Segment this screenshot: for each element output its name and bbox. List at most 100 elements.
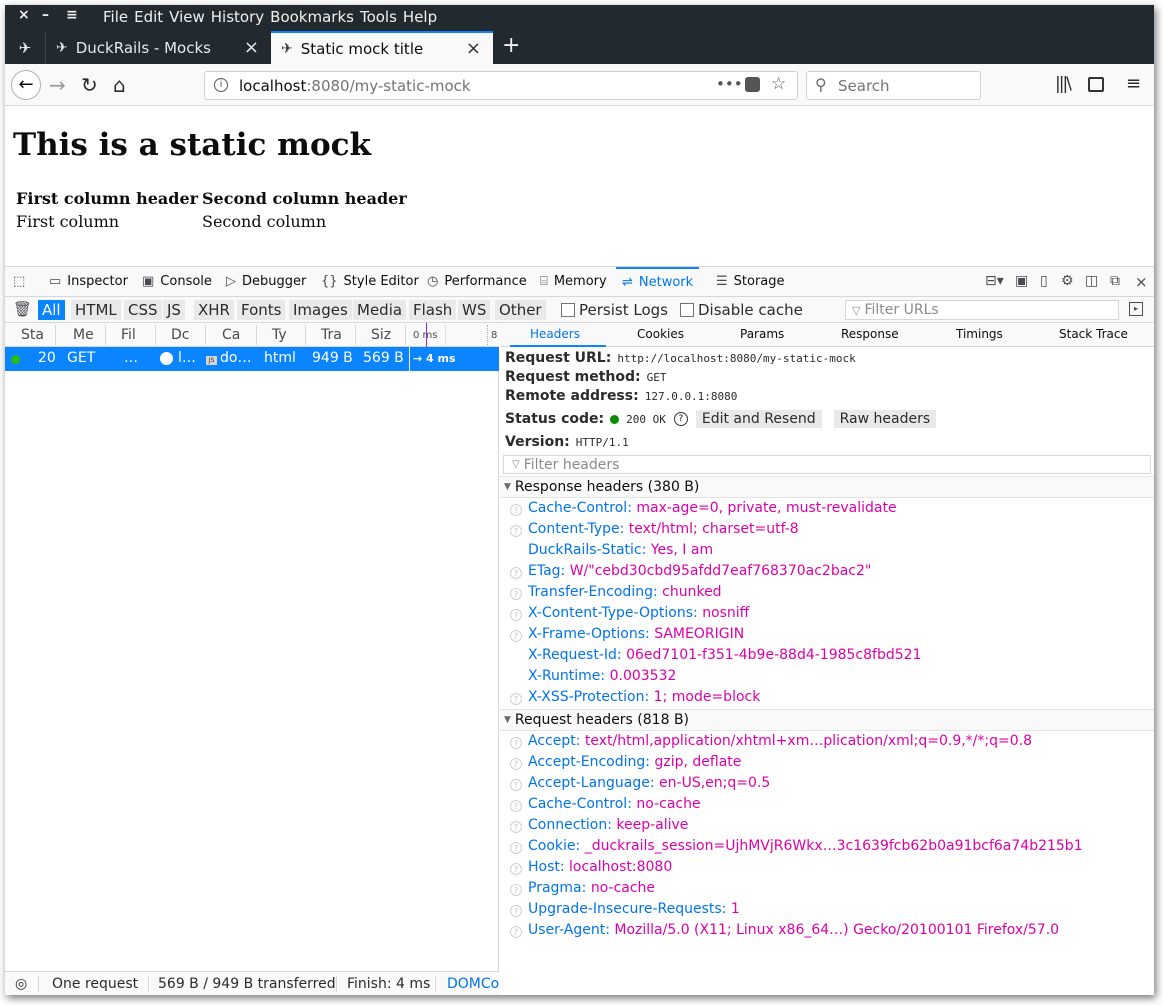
clear-trash-icon[interactable]: 🗑 — [13, 300, 32, 318]
toggle-sidebar-icon[interactable]: ▸ — [1129, 302, 1143, 316]
tab-inspector[interactable]: ▭ Inspector — [49, 267, 128, 296]
filter-js[interactable]: JS — [163, 300, 185, 320]
menu-edit[interactable]: Edit — [134, 8, 169, 26]
filter-all[interactable]: All — [38, 300, 65, 320]
header-row[interactable]: Connection: keep-alive — [528, 817, 688, 833]
tab-response[interactable]: Response — [841, 327, 899, 341]
hamburger-menu-icon[interactable]: ≡ — [1126, 73, 1141, 94]
menu-help[interactable]: Help — [403, 8, 443, 26]
window-close-icon[interactable]: × — [18, 7, 30, 23]
col-method[interactable]: Me — [73, 327, 94, 343]
tab-network[interactable]: ⇌ Network — [616, 267, 700, 296]
dock-side-icon[interactable]: ◫ — [1085, 273, 1098, 289]
header-row[interactable]: X-Runtime: 0.003532 — [528, 668, 676, 684]
tab-timings[interactable]: Timings — [956, 327, 1003, 341]
reload-icon[interactable]: ↻ — [81, 73, 98, 97]
header-row[interactable]: Upgrade-Insecure-Requests: 1 — [528, 901, 740, 917]
filter-images[interactable]: Images — [289, 300, 352, 320]
tab-params[interactable]: Params — [740, 327, 784, 341]
tab-memory[interactable]: ⌸ Memory — [540, 267, 607, 296]
tab-stack-trace[interactable]: Stack Trace — [1059, 327, 1128, 341]
raw-headers-button[interactable]: Raw headers — [833, 410, 937, 428]
header-help-icon[interactable]: ? — [510, 779, 522, 791]
menu-file[interactable]: File — [103, 8, 134, 26]
menu-tools[interactable]: Tools — [360, 8, 403, 26]
header-help-icon[interactable]: ? — [510, 842, 522, 854]
filter-other[interactable]: Other — [495, 300, 546, 320]
col-transferred[interactable]: Tra — [321, 327, 342, 343]
header-row[interactable]: DuckRails-Static: Yes, I am — [528, 542, 713, 558]
header-help-icon[interactable]: ? — [510, 800, 522, 812]
disable-cache-checkbox[interactable]: Disable cache — [680, 301, 803, 319]
response-headers-section[interactable]: ▼ Response headers (380 B) — [500, 476, 1154, 498]
header-help-icon[interactable]: ? — [510, 758, 522, 770]
header-help-icon[interactable]: ? — [510, 588, 522, 600]
split-console-icon[interactable]: ▣ — [1015, 273, 1028, 289]
header-row[interactable]: Pragma: no-cache — [528, 880, 655, 896]
header-help-icon[interactable]: ? — [510, 504, 522, 516]
tab-headers[interactable]: Headers — [530, 327, 580, 341]
undock-icon[interactable]: ⧉ — [1110, 273, 1120, 289]
tab-debugger[interactable]: ▷ Debugger — [226, 267, 306, 296]
devtools-close-icon[interactable]: × — [1135, 273, 1148, 291]
filter-xhr[interactable]: XHR — [194, 300, 234, 320]
header-row[interactable]: Cache-Control: no-cache — [528, 796, 701, 812]
header-help-icon[interactable]: ? — [510, 567, 522, 579]
col-status[interactable]: Sta — [21, 327, 44, 343]
header-row[interactable]: Accept-Language: en-US,en;q=0.5 — [528, 775, 770, 791]
filter-media[interactable]: Media — [353, 300, 407, 320]
header-row[interactable]: Host: localhost:8080 — [528, 859, 672, 875]
header-row[interactable]: X-XSS-Protection: 1; mode=block — [528, 689, 760, 705]
settings-gear-icon[interactable]: ⚙ — [1061, 273, 1074, 289]
request-row[interactable]: 20 GET … l… JS do… html 949 B 569 B → 4 … — [5, 347, 499, 371]
persist-logs-checkbox[interactable]: Persist Logs — [561, 301, 668, 319]
header-help-icon[interactable]: ? — [510, 693, 522, 705]
tab-style-editor[interactable]: {} Style Editor — [321, 267, 419, 296]
window-minimize-icon[interactable]: – — [42, 7, 49, 23]
url-bar[interactable]: i localhost:8080/my-static-mock ••• ☆ — [204, 71, 798, 100]
request-headers-section[interactable]: ▼ Request headers (818 B) — [500, 709, 1154, 731]
pinned-tab[interactable]: ✈ — [5, 31, 45, 64]
tab-static-mock[interactable]: ✈ Static mock title × — [271, 31, 493, 64]
header-help-icon[interactable]: ? — [510, 926, 522, 938]
tab-close-icon[interactable]: × — [466, 38, 481, 59]
header-row[interactable]: User-Agent: Mozilla/5.0 (X11; Linux x86_… — [528, 922, 1059, 938]
search-box[interactable]: ⚲ Search — [806, 71, 981, 100]
header-help-icon[interactable]: ? — [510, 630, 522, 642]
tab-cookies[interactable]: Cookies — [637, 327, 684, 341]
tab-close-icon[interactable]: × — [244, 37, 259, 58]
header-help-icon[interactable]: ? — [510, 884, 522, 896]
header-row[interactable]: Accept-Encoding: gzip, deflate — [528, 754, 741, 770]
help-icon[interactable]: ? — [673, 412, 688, 426]
header-row[interactable]: X-Content-Type-Options: nosniff — [528, 605, 749, 621]
header-help-icon[interactable]: ? — [510, 821, 522, 833]
home-icon[interactable]: ⌂ — [113, 73, 126, 97]
header-row[interactable]: Accept: text/html,application/xhtml+xm…p… — [528, 733, 1032, 749]
header-help-icon[interactable]: ? — [510, 525, 522, 537]
menu-view[interactable]: View — [169, 8, 211, 26]
page-actions-icon[interactable]: ••• — [716, 75, 743, 93]
header-help-icon[interactable]: ? — [510, 737, 522, 749]
frame-picker-icon[interactable]: ⊟▾ — [985, 273, 1004, 289]
filter-urls-input[interactable]: ▽ Filter URLs — [845, 300, 1119, 320]
tab-storage[interactable]: ☰ Storage — [716, 267, 785, 296]
filter-html[interactable]: HTML — [71, 300, 121, 320]
filter-flash[interactable]: Flash — [409, 300, 457, 320]
filter-css[interactable]: CSS — [124, 300, 162, 320]
header-row[interactable]: Content-Type: text/html; charset=utf-8 — [528, 521, 799, 537]
sidebar-icon[interactable] — [1088, 77, 1104, 92]
filter-fonts[interactable]: Fonts — [237, 300, 286, 320]
header-row[interactable]: X-Frame-Options: SAMEORIGIN — [528, 626, 744, 642]
col-file[interactable]: Fil — [121, 327, 136, 343]
header-help-icon[interactable]: ? — [510, 905, 522, 917]
tab-console[interactable]: ▣ Console — [142, 267, 212, 296]
edit-and-resend-button[interactable]: Edit and Resend — [695, 410, 822, 428]
header-help-icon[interactable]: ? — [510, 863, 522, 875]
col-cause[interactable]: Ca — [222, 327, 240, 343]
header-row[interactable]: Cookie: _duckrails_session=UjhMVjR6Wkx…3… — [528, 838, 1083, 854]
header-row[interactable]: ETag: W/"cebd30cbd95afdd7eaf768370ac2bac… — [528, 563, 871, 579]
responsive-mode-icon[interactable]: ▯ — [1040, 273, 1048, 289]
performance-analysis-icon[interactable]: ◎ — [15, 976, 27, 992]
menu-history[interactable]: History — [211, 8, 270, 26]
menu-bookmarks[interactable]: Bookmarks — [270, 8, 360, 26]
